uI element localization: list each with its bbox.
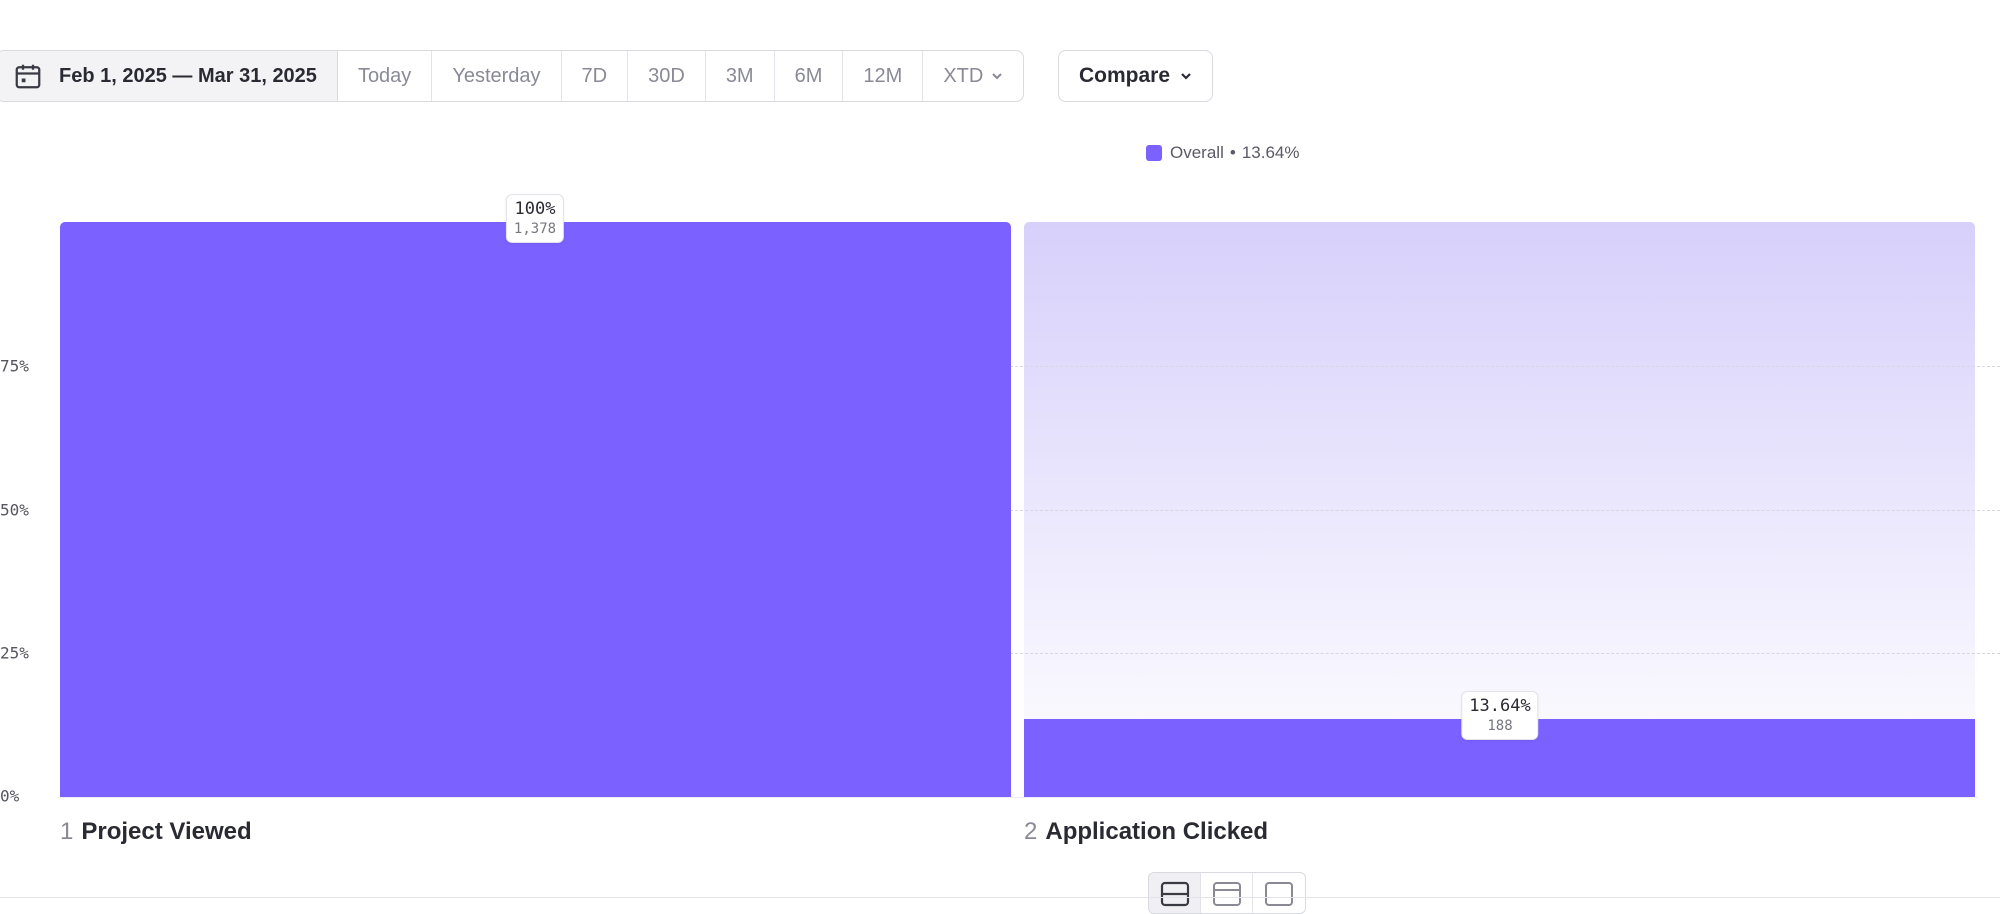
- data-label: 100% 1,378: [505, 194, 565, 243]
- y-tick-label: 0%: [0, 786, 20, 806]
- data-label: 13.64% 188: [1461, 690, 1539, 740]
- preset-xtd[interactable]: XTD: [923, 51, 1023, 101]
- date-range-label: Feb 1, 2025 — Mar 31, 2025: [59, 64, 317, 87]
- single-view-button[interactable]: [1253, 873, 1305, 913]
- gridline: [1010, 365, 2000, 367]
- compare-label: Compare: [1079, 64, 1171, 87]
- data-label-count: 188: [1487, 717, 1513, 734]
- preset-30d[interactable]: 30D: [628, 51, 706, 101]
- legend-separator: •: [1229, 143, 1236, 162]
- single-view-icon: [1265, 882, 1293, 906]
- date-range-picker[interactable]: Feb 1, 2025 — Mar 31, 2025: [0, 51, 338, 101]
- legend-label: Overall: [1170, 143, 1224, 162]
- x-axis-line: [58, 797, 1978, 798]
- gridline: [1010, 509, 2000, 511]
- compare-button[interactable]: Compare: [1058, 50, 1214, 102]
- chevron-down-icon: [1181, 73, 1191, 80]
- data-label-count: 1,378: [513, 221, 557, 237]
- legend-swatch: [1146, 145, 1162, 161]
- y-tick-label: 50%: [0, 500, 29, 519]
- stacked-view-button[interactable]: [1149, 873, 1201, 913]
- step-number: 2: [1024, 818, 1038, 845]
- y-tick-label: 75%: [0, 356, 29, 376]
- y-tick-label: 25%: [0, 643, 29, 663]
- split-view-button[interactable]: [1201, 873, 1253, 913]
- gridline: [1010, 653, 2000, 655]
- date-toolbar: Feb 1, 2025 — Mar 31, 2025 Today Yesterd…: [0, 50, 1025, 102]
- chevron-down-icon: [992, 73, 1003, 80]
- step-name: Project Viewed: [81, 818, 252, 845]
- data-label-percent: 13.64%: [1469, 695, 1531, 716]
- bar-1[interactable]: [60, 222, 1011, 797]
- data-label-percent: 100%: [514, 199, 556, 219]
- preset-3m[interactable]: 3M: [706, 51, 775, 101]
- step-label[interactable]: 2 Application Clicked: [1024, 818, 1268, 846]
- view-toggle: [1148, 872, 1306, 914]
- step-name: Application Clicked: [1045, 818, 1269, 845]
- step-label[interactable]: 1 Project Viewed: [60, 818, 252, 846]
- bottom-divider: [0, 897, 2000, 898]
- calendar-icon: [15, 64, 41, 89]
- preset-12m[interactable]: 12M: [843, 51, 924, 101]
- step-number: 1: [60, 818, 74, 845]
- preset-6m[interactable]: 6M: [775, 51, 844, 101]
- preset-7d[interactable]: 7D: [562, 51, 629, 101]
- stacked-view-icon: [1160, 881, 1189, 907]
- preset-today[interactable]: Today: [338, 51, 433, 101]
- preset-yesterday[interactable]: Yesterday: [432, 51, 562, 101]
- chart-legend: Overall • 13.64%: [1146, 143, 1299, 163]
- split-view-icon: [1212, 882, 1241, 906]
- legend-value: 13.64%: [1241, 143, 1300, 162]
